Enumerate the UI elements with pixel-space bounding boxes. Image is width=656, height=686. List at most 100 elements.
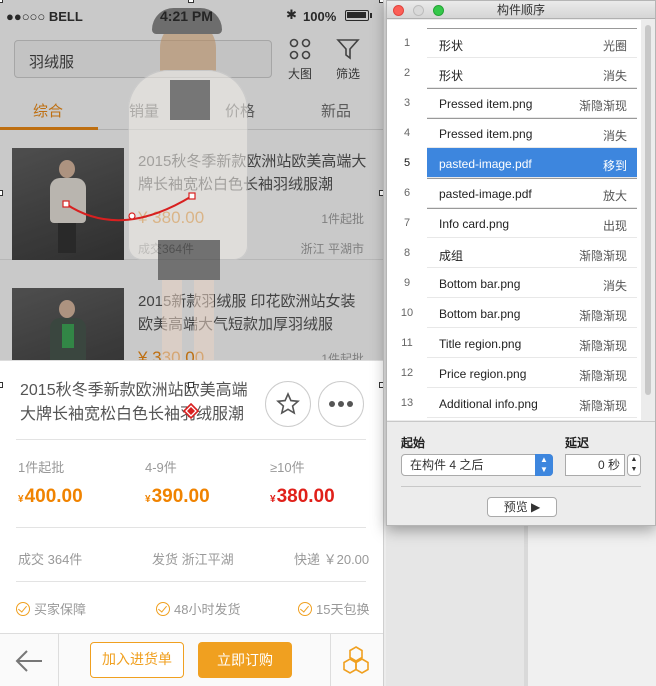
ship-from: 发货 浙江平湖 (152, 552, 234, 567)
panel-title: 构件顺序 (496, 3, 545, 17)
tab-price[interactable]: 价格 (192, 100, 288, 121)
zoom-icon[interactable] (433, 5, 444, 16)
search-input[interactable]: 羽绒服 (14, 40, 272, 78)
build-row[interactable]: 12 Price region.png 渐隐渐现 (387, 358, 641, 388)
tier-label: ≥10件 (270, 460, 305, 475)
product-location: 浙江 平湖市 (300, 242, 364, 256)
divider (16, 439, 366, 440)
price-tier: ≥10件 ¥380.00 (270, 457, 335, 508)
delay-input[interactable]: 0 秒 (565, 454, 625, 476)
grid-icon (289, 38, 311, 60)
build-row-name: pasted-image.pdf (439, 157, 532, 171)
minimize-icon[interactable] (413, 5, 424, 16)
selection-handle[interactable] (379, 382, 383, 388)
more-icon (329, 401, 353, 407)
tier-price: ¥400.00 (18, 486, 83, 507)
build-order-panel: 构件顺序 1 形状 光圈 2 形状 消失 3 Pressed item.png 渐隐渐现 4 Pre… (386, 0, 656, 526)
build-list: 1 形状 光圈 2 形状 消失 3 Pressed item.png 渐隐渐现 4 Pressed … (387, 20, 641, 420)
divider (16, 527, 366, 528)
tab-new[interactable]: 新品 (288, 100, 383, 121)
selection-handle[interactable] (188, 382, 194, 388)
build-row-number: 1 (403, 37, 411, 49)
select-arrows-icon: ▲ ▼ (535, 454, 553, 476)
clock: 4:21 PM (160, 8, 213, 24)
anchor-diamond-icon[interactable] (183, 403, 199, 419)
build-row-number: 12 (400, 367, 414, 379)
build-row-name: Price region.png (439, 367, 527, 381)
selection-handle[interactable] (188, 0, 194, 3)
build-row[interactable]: 7 Info card.png 出现 (387, 208, 641, 238)
build-row[interactable]: 11 Title region.png 渐隐渐现 (387, 328, 641, 358)
build-row-number: 13 (400, 397, 414, 409)
selection-handle[interactable] (0, 0, 3, 3)
group-line (427, 28, 637, 29)
build-row-number: 8 (403, 247, 411, 259)
battery-fill (347, 12, 366, 18)
build-row-effect: 出现 (602, 219, 627, 233)
build-row[interactable]: 6 pasted-image.pdf 放大 (387, 178, 641, 208)
build-row-name: 形状 (439, 39, 464, 53)
build-row[interactable]: 10 Bottom bar.png 渐隐渐现 (387, 298, 641, 328)
back-arrow-icon[interactable] (14, 648, 44, 674)
delay-stepper[interactable]: ▲ ▼ (627, 454, 641, 476)
divider (58, 634, 59, 686)
detail-sheet: 2015秋冬季新款欧洲站欧美高端大牌长袖宽松白色长袖羽绒服潮 1件起批 ¥400… (0, 360, 383, 686)
phone-screen: ●●○○○ BELL 4:21 PM ✱ 100% 羽绒服 大图 筛选 综合 销… (0, 0, 384, 686)
motion-path[interactable] (60, 190, 200, 230)
start-select[interactable]: 在构件 4 之后 ▲ ▼ (401, 454, 553, 476)
price-tier: 1件起批 ¥400.00 (18, 457, 83, 508)
build-row-effect: 渐隐渐现 (578, 339, 627, 353)
selection-handle[interactable] (0, 382, 3, 388)
build-row-effect: 渐隐渐现 (578, 399, 627, 413)
scrollbar[interactable] (643, 23, 653, 415)
tier-price: ¥380.00 (270, 486, 335, 507)
grid-view-button[interactable]: 大图 (280, 38, 320, 82)
build-row-name: Bottom bar.png (439, 277, 521, 291)
build-row-number: 11 (401, 337, 413, 349)
build-row-name: 成组 (439, 249, 464, 263)
product-deals: 成交364件 (138, 242, 195, 256)
order-now-button[interactable]: 立即订购 (198, 642, 292, 678)
selection-handle[interactable] (379, 190, 383, 196)
favorite-button[interactable] (265, 381, 311, 427)
build-row[interactable]: 13 Additional info.png 渐隐渐现 (387, 388, 641, 418)
more-button[interactable] (318, 381, 364, 427)
close-icon[interactable] (393, 5, 404, 16)
guarantee-item: 48小时发货 (156, 599, 240, 618)
build-row[interactable]: 2 形状 消失 (387, 58, 641, 88)
product-moq: 1件起批 (321, 212, 364, 226)
star-icon (276, 392, 300, 415)
build-row-effect: 消失 (602, 279, 627, 293)
selection-handle[interactable] (0, 190, 3, 196)
guarantee-item: 买家保障 (16, 599, 86, 618)
check-circle-icon (156, 601, 170, 616)
price-tier: 4-9件 ¥390.00 (145, 457, 210, 508)
build-row-name: Additional info.png (439, 397, 538, 411)
build-row[interactable]: 4 Pressed item.png 消失 (387, 118, 641, 148)
tier-label: 4-9件 (145, 460, 177, 475)
start-label: 起始 (401, 436, 426, 450)
build-row-name: Title region.png (439, 337, 522, 351)
group-line (427, 178, 637, 179)
preview-button[interactable]: 预览 ▶ (487, 497, 557, 517)
build-row-name: Pressed item.png (439, 97, 533, 111)
hexagon-menu-icon[interactable] (340, 644, 372, 676)
scrollbar-thumb[interactable] (645, 25, 651, 395)
build-row[interactable]: 3 Pressed item.png 渐隐渐现 (387, 88, 641, 118)
filter-button[interactable]: 筛选 (328, 38, 368, 82)
build-row[interactable]: 1 形状 光圈 (387, 28, 641, 58)
carrier-label: ●●○○○ BELL (6, 9, 83, 24)
build-row[interactable]: 5 pasted-image.pdf 移到 (387, 148, 641, 178)
build-row[interactable]: 9 Bottom bar.png 消失 (387, 268, 641, 298)
build-row-effect: 渐隐渐现 (578, 309, 627, 323)
guarantee-label: 48小时发货 (174, 602, 241, 617)
selection-handle[interactable] (379, 0, 383, 3)
build-row-name: 形状 (439, 69, 464, 83)
guarantee-item: 15天包换 (298, 599, 369, 618)
add-to-cart-button[interactable]: 加入进货单 (90, 642, 184, 678)
tab-comprehensive[interactable]: 综合 (0, 100, 96, 121)
filter-icon (336, 39, 360, 60)
tab-sales[interactable]: 销量 (96, 100, 192, 121)
build-row-number: 10 (400, 307, 414, 319)
build-row[interactable]: 8 成组 渐隐渐现 (387, 238, 641, 268)
